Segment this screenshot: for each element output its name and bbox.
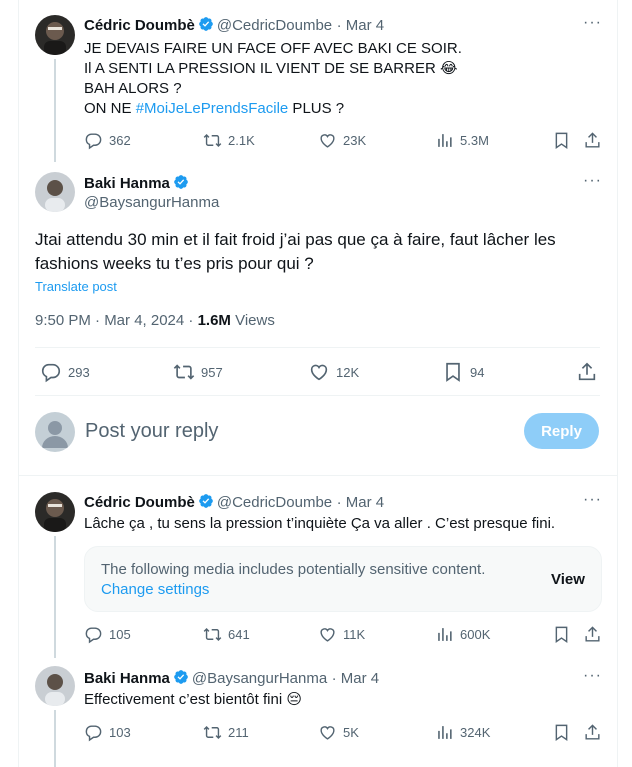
tweet-line: BAH ALORS ? [84, 80, 182, 97]
repost-icon [173, 364, 195, 380]
author-name[interactable]: Cédric Doumbè [84, 17, 195, 34]
heart-icon [310, 364, 328, 381]
tweet-text: Lâche ça , tu sens la pression t’inquièt… [84, 515, 556, 532]
reply-button[interactable]: 293 [40, 361, 90, 383]
like-button[interactable]: 23K [318, 131, 366, 150]
repost-button[interactable]: 211 [203, 723, 249, 742]
author-name[interactable]: Cédric Doumbè [84, 494, 195, 511]
heart-icon [320, 628, 335, 642]
views-button[interactable]: 5.3M [435, 131, 489, 150]
post-date[interactable]: · Mar 4 [337, 17, 385, 34]
views-button[interactable]: 600K [435, 625, 490, 644]
thread-line [54, 536, 56, 658]
post-date[interactable]: · Mar 4 [337, 494, 385, 511]
more-options-icon[interactable]: ··· [583, 667, 602, 685]
tweet-line: ON NE #MoiJeLePrendsFacile PLUS ? [84, 100, 345, 117]
emoji-tears-of-joy: 😂 [439, 60, 458, 77]
tweet-text: Effectivement c’est bientôt fini 😔 [84, 691, 302, 708]
verified-badge-icon [174, 175, 188, 189]
repost-icon [203, 725, 222, 740]
reply-button[interactable]: 362 [84, 131, 131, 150]
share-icon[interactable] [583, 723, 602, 747]
post-meta: 9:50 PM · Mar 4, 2024 · 1.6M Views [35, 312, 275, 329]
thread-line [54, 59, 56, 162]
reply-icon [41, 363, 61, 383]
reply-icon [85, 627, 102, 644]
views-button[interactable]: 324K [435, 723, 490, 742]
divider [19, 475, 617, 476]
change-settings-link[interactable]: Change settings [101, 581, 209, 598]
reply-icon [85, 133, 102, 150]
reply-icon [85, 725, 102, 742]
like-button[interactable]: 5K [318, 723, 359, 742]
reply-button[interactable]: 105 [84, 625, 131, 644]
views-label: Views [230, 312, 275, 329]
avatar[interactable] [35, 492, 75, 532]
share-icon[interactable] [576, 361, 598, 388]
author-handle[interactable]: @CedricDoumbe [217, 17, 332, 34]
views-count: 1.6M [197, 312, 231, 329]
verified-badge-icon [174, 670, 188, 684]
author-handle[interactable]: @BaysangurHanma [192, 670, 327, 687]
tweet-text: JE DEVAIS FAIRE UN FACE OFF AVEC BAKI CE… [84, 39, 594, 119]
share-icon[interactable] [583, 131, 602, 155]
current-user-avatar[interactable] [35, 412, 75, 452]
repost-button[interactable]: 2.1K [203, 131, 255, 150]
author-handle[interactable]: @CedricDoumbe [217, 494, 332, 511]
author-name[interactable]: Baki Hanma [84, 175, 170, 192]
views-chart-icon [438, 726, 452, 739]
reply-button[interactable]: 103 [84, 723, 131, 742]
share-icon[interactable] [583, 625, 602, 649]
author-name[interactable]: Baki Hanma [84, 670, 170, 687]
post-date[interactable]: · Mar 4 [332, 670, 380, 687]
heart-icon [320, 726, 335, 740]
avatar[interactable] [35, 172, 75, 212]
repost-button[interactable]: 641 [203, 625, 250, 644]
verified-badge-icon [199, 17, 213, 31]
tweet-header: Cédric Doumbè @CedricDoumbe · Mar 4 [84, 493, 384, 512]
tweet-header: Baki Hanma @BaysangurHanma · Mar 4 [84, 669, 379, 688]
bookmark-icon[interactable] [552, 723, 571, 747]
tweet-line: JE DEVAIS FAIRE UN FACE OFF AVEC BAKI CE… [84, 40, 462, 57]
divider [35, 347, 600, 348]
divider [35, 395, 600, 396]
repost-icon [203, 133, 222, 148]
reply-submit-button[interactable]: Reply [524, 413, 599, 449]
more-options-icon[interactable]: ··· [583, 491, 602, 509]
bookmark-button[interactable]: 94 [442, 361, 484, 383]
bookmark-icon[interactable] [552, 625, 571, 649]
author-handle[interactable]: @BaysangurHanma [84, 194, 219, 211]
hashtag-link[interactable]: #MoiJeLePrendsFacile [136, 100, 289, 117]
repost-button[interactable]: 957 [173, 361, 223, 383]
heart-icon [320, 134, 335, 148]
like-button[interactable]: 11K [318, 625, 365, 644]
verified-badge-icon [199, 494, 213, 508]
tweet-line: Il A SENTI LA PRESSION IL VIENT DE SE BA… [84, 60, 458, 77]
tweet-header: Cédric Doumbè @CedricDoumbe · Mar 4 [84, 16, 384, 35]
bookmark-icon[interactable] [552, 131, 571, 155]
repost-icon [203, 627, 222, 642]
more-options-icon[interactable]: ··· [583, 14, 602, 32]
tweet-header: Baki Hanma [84, 174, 192, 193]
like-button[interactable]: 12K [308, 361, 359, 383]
avatar[interactable] [35, 666, 75, 706]
more-options-icon[interactable]: ··· [583, 172, 602, 190]
post-timestamp[interactable]: 9:50 PM · Mar 4, 2024 · [35, 312, 198, 329]
views-chart-icon [438, 134, 452, 147]
views-chart-icon [438, 628, 452, 641]
emoji-pensive: 😔 [286, 691, 302, 708]
sensitive-media-text: The following media includes potentially… [101, 561, 486, 578]
thread-line [54, 710, 56, 767]
translate-post-link[interactable]: Translate post [35, 279, 117, 294]
view-media-button[interactable]: View [551, 571, 585, 588]
reply-input[interactable]: Post your reply [85, 420, 218, 443]
sensitive-media-notice: The following media includes potentially… [84, 546, 602, 612]
bookmark-icon [446, 362, 460, 382]
avatar[interactable] [35, 15, 75, 55]
main-tweet-text: Jtai attendu 30 min et il fait froid j’a… [35, 230, 556, 273]
